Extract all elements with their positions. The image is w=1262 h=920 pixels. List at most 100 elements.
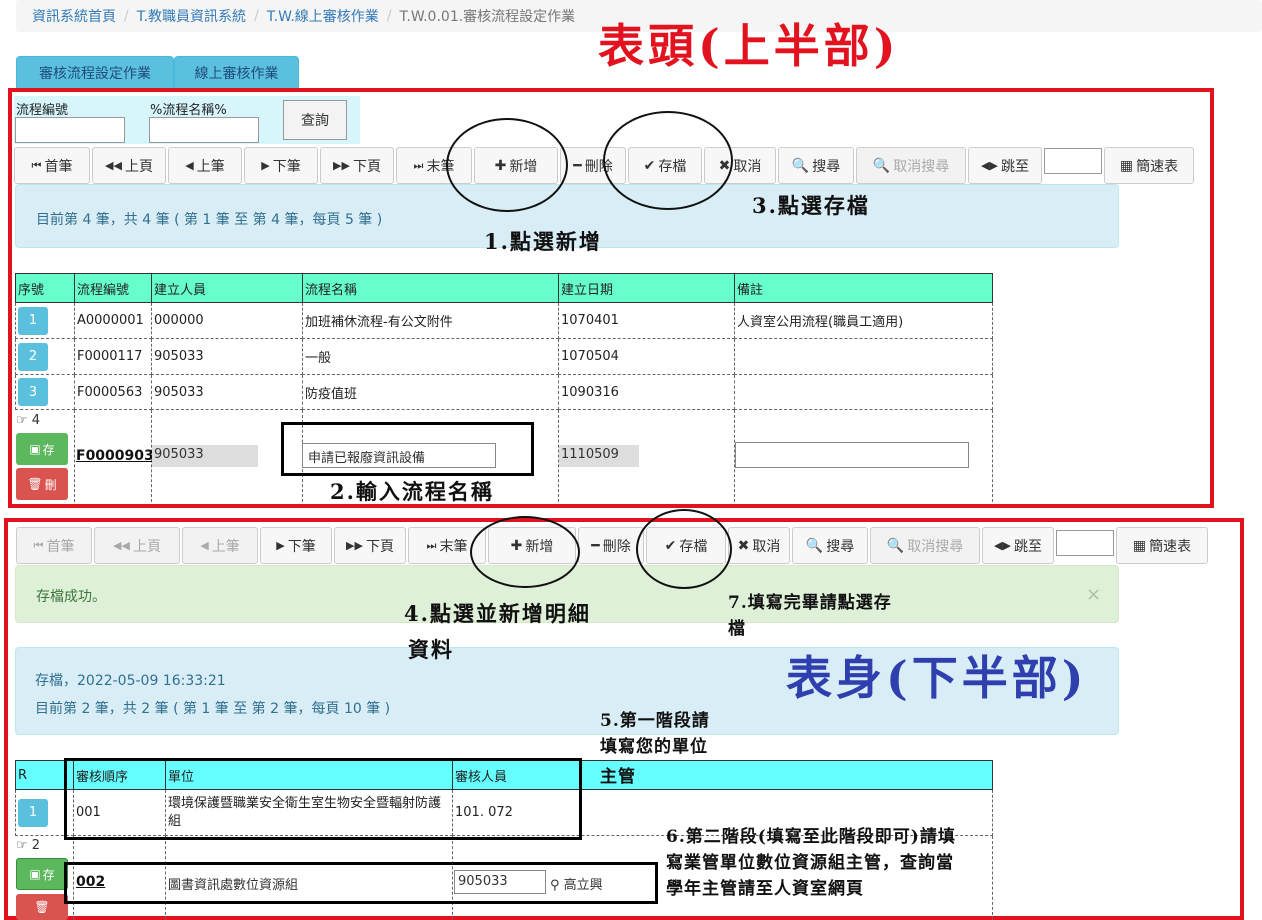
rewind-icon: ◀◀ xyxy=(113,539,130,552)
trash-icon: 🗑 xyxy=(34,900,50,914)
table-row: 2 xyxy=(15,339,75,375)
caret-left-icon: ◀ xyxy=(185,159,194,172)
cell-flow-name: 防疫值班 xyxy=(302,375,559,410)
highlight-box-first-stage xyxy=(64,758,582,840)
cell-flow-name: 一般 xyxy=(302,339,559,375)
caret-left-icon: ◀ xyxy=(200,539,209,552)
first-record-button[interactable]: ⏮ 首筆 xyxy=(14,147,90,184)
jump-icon: ◀▶ xyxy=(994,539,1011,552)
last-icon: ⏭ xyxy=(413,158,424,172)
search-off-icon: 🔍 xyxy=(886,537,905,554)
annotation-step5-line1: 5.第一階段請 xyxy=(600,711,710,731)
edit-date-field: 1110509 xyxy=(559,445,639,467)
last-icon: ⏭ xyxy=(426,538,437,552)
flow-name-input[interactable] xyxy=(149,117,259,143)
cell-note: 人資室公用流程(職員工適用) xyxy=(734,303,993,339)
annotation-step1: 1.點選新增 xyxy=(484,229,602,254)
highlight-oval-add xyxy=(446,118,568,212)
cell-flow-id: F0000117 xyxy=(74,339,152,375)
save-icon: ▣ xyxy=(29,867,41,881)
note-input-field[interactable] xyxy=(735,442,969,468)
cancel-button[interactable]: ✖ 取消 xyxy=(728,527,790,564)
close-icon: ✖ xyxy=(737,537,750,554)
annotation-step2: 2.輸入流程名稱 xyxy=(330,479,494,504)
flow-name-label: %流程名稱% xyxy=(150,103,227,118)
highlight-oval-add xyxy=(470,516,580,588)
row-select-button[interactable]: 3 xyxy=(18,378,48,406)
annotation-step5-line3: 主管 xyxy=(600,767,636,787)
tab-review-flow-setting[interactable]: 審核流程設定作業 xyxy=(16,56,174,90)
quick-table-button[interactable]: ▦ 簡速表 xyxy=(1104,147,1194,184)
jump-icon: ◀▶ xyxy=(981,159,998,172)
cell-flow-id: F0000563 xyxy=(74,375,152,410)
row-delete-button[interactable]: 🗑 xyxy=(16,894,68,920)
next-page-button[interactable]: ▶▶ 下頁 xyxy=(320,147,394,184)
query-button[interactable]: 查詢 xyxy=(283,100,347,140)
grid-icon: ▦ xyxy=(1132,537,1147,554)
annotation-step3: 3.點選存檔 xyxy=(752,193,870,218)
caret-right-icon: ▶ xyxy=(276,539,285,552)
first-icon: ⏮ xyxy=(33,538,44,552)
save-icon: ▣ xyxy=(29,442,41,456)
body-annotation-title: 表身(下半部) xyxy=(786,651,1088,705)
highlight-box-flow-name xyxy=(281,422,534,476)
column-divider xyxy=(992,410,993,502)
cell-note xyxy=(734,339,993,375)
next-record-button[interactable]: ▶ 下筆 xyxy=(244,147,318,184)
close-alert-icon[interactable]: × xyxy=(1086,584,1101,605)
column-divider xyxy=(74,410,75,502)
annotation-step5-line2: 填寫您的單位 xyxy=(600,737,708,757)
jump-to-input[interactable] xyxy=(1056,530,1114,556)
row-save-button[interactable]: ▣ 存 xyxy=(16,858,68,890)
cancel-search-button[interactable]: 🔍 取消搜尋 xyxy=(856,147,966,184)
breadcrumb-current: T.W.0.01.審核流程設定作業 xyxy=(399,9,576,25)
detail-toolbar: ⏮ 首筆 ◀◀ 上頁 ◀ 上筆 ▶ 下筆 ▶▶ 下頁 ⏭ 末筆 ✚ 新增 ━ 刪除 ✔ 存檔 ✖ 取… xyxy=(16,527,1208,565)
header-annotation-title: 表頭(上半部) xyxy=(598,19,900,73)
flow-id-label: 流程編號 xyxy=(16,103,69,118)
edit-creator-field: 905033 xyxy=(152,445,258,467)
search-button[interactable]: 🔍 搜尋 xyxy=(778,147,854,184)
delete-button[interactable]: ━ 刪除 xyxy=(578,527,644,564)
detail-save-time: 存檔，2022-05-09 16:33:21 xyxy=(35,673,226,689)
prev-record-button[interactable]: ◀ 上筆 xyxy=(182,527,258,564)
flow-id-input[interactable] xyxy=(15,117,125,143)
cancel-search-button[interactable]: 🔍 取消搜尋 xyxy=(870,527,980,564)
cell-date: 1090316 xyxy=(558,375,735,410)
row-delete-button[interactable]: 🗑 刪 xyxy=(16,468,68,500)
next-page-button[interactable]: ▶▶ 下頁 xyxy=(334,527,406,564)
forward-icon: ▶▶ xyxy=(333,159,350,172)
search-icon: 🔍 xyxy=(805,537,824,554)
highlight-oval-save xyxy=(636,509,732,589)
grid-icon: ▦ xyxy=(1119,157,1134,174)
quick-table-button[interactable]: ▦ 簡速表 xyxy=(1116,527,1208,564)
breadcrumb-separator: / xyxy=(254,8,259,24)
cell-creator: 000000 xyxy=(151,303,303,339)
edit-row-indicator: ☞ 2 xyxy=(16,838,41,853)
prev-page-button[interactable]: ◀◀ 上頁 xyxy=(92,147,166,184)
search-button[interactable]: 🔍 搜尋 xyxy=(792,527,868,564)
col-header-seq: 序號 xyxy=(15,273,75,303)
row-select-button[interactable]: 1 xyxy=(18,798,48,827)
cell-flow-id: A0000001 xyxy=(74,303,152,339)
cell-creator: 905033 xyxy=(151,339,303,375)
jump-to-button[interactable]: ◀▶ 跳至 xyxy=(982,527,1054,564)
forward-icon: ▶▶ xyxy=(346,539,363,552)
jump-to-button[interactable]: ◀▶ 跳至 xyxy=(968,147,1042,184)
col-header-flow-name: 流程名稱 xyxy=(302,273,559,303)
jump-to-input[interactable] xyxy=(1044,148,1102,174)
breadcrumb-staff-system[interactable]: T.教職員資訊系統 xyxy=(137,6,246,26)
prev-page-button[interactable]: ◀◀ 上頁 xyxy=(94,527,180,564)
row-save-button[interactable]: ▣ 存 xyxy=(16,433,68,465)
next-record-button[interactable]: ▶ 下筆 xyxy=(260,527,332,564)
minus-icon: ━ xyxy=(573,157,582,174)
col-header-creator: 建立人員 xyxy=(151,273,303,303)
cell-flow-name: 加班補休流程-有公文附件 xyxy=(302,303,559,339)
prev-record-button[interactable]: ◀ 上筆 xyxy=(168,147,242,184)
breadcrumb-home[interactable]: 資訊系統首頁 xyxy=(32,6,116,26)
first-record-button[interactable]: ⏮ 首筆 xyxy=(16,527,92,564)
row-select-button[interactable]: 1 xyxy=(18,306,48,335)
tab-online-review[interactable]: 線上審核作業 xyxy=(174,56,299,90)
row-select-button[interactable]: 2 xyxy=(18,342,48,371)
breadcrumb-online-review[interactable]: T.W.線上審核作業 xyxy=(267,6,379,26)
highlight-oval-save xyxy=(603,111,733,210)
